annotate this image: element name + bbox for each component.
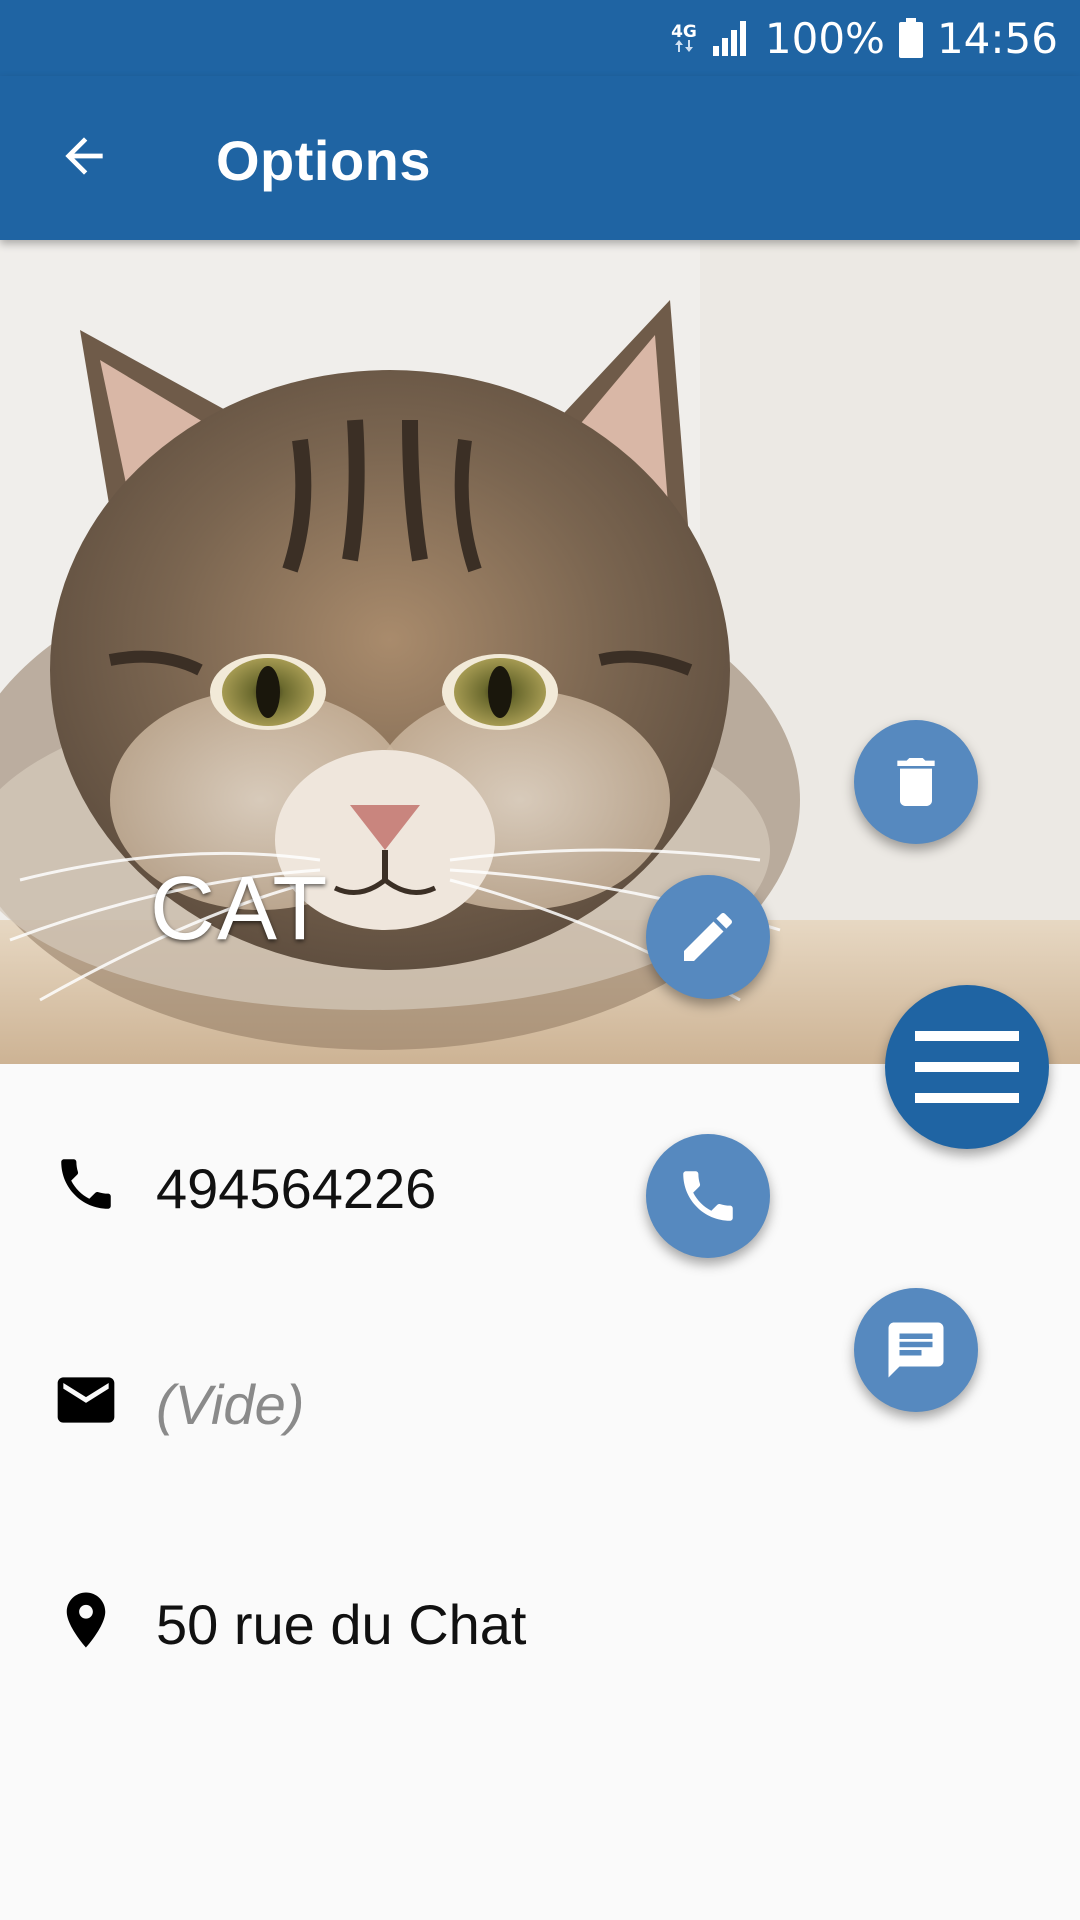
battery-percent: 100%	[764, 13, 885, 63]
clock: 14:56	[936, 13, 1058, 63]
signal-icon	[712, 21, 746, 56]
contact-options-screen: 4G 100% 14:56 Options CAT 494564226 (Vid…	[0, 0, 1080, 1920]
call-button[interactable]	[646, 1134, 770, 1258]
contact-name: CAT	[150, 859, 330, 959]
contact-photo: CAT	[0, 240, 1080, 1064]
menu-icon	[915, 1031, 1019, 1103]
network-indicator: 4G	[671, 24, 697, 52]
delete-button[interactable]	[854, 720, 978, 844]
phone-row[interactable]: 494564226	[0, 1134, 1080, 1234]
email-icon	[52, 1366, 120, 1434]
app-bar: Options	[0, 76, 1080, 240]
email-value: (Vide)	[156, 1373, 305, 1436]
status-bar: 4G 100% 14:56	[0, 0, 1080, 76]
menu-fab-button[interactable]	[885, 985, 1049, 1149]
address-row[interactable]: 50 rue du Chat	[0, 1570, 1080, 1670]
phone-number: 494564226	[156, 1157, 437, 1220]
page-title: Options	[216, 129, 432, 192]
edit-button[interactable]	[646, 875, 770, 999]
battery-icon	[898, 18, 923, 58]
delete-icon	[897, 758, 935, 806]
phone-icon	[52, 1150, 120, 1218]
edit-icon	[684, 912, 733, 961]
location-pin-icon	[52, 1586, 120, 1654]
message-button[interactable]	[854, 1288, 978, 1412]
data-arrows-icon	[674, 40, 693, 52]
message-icon	[888, 1322, 944, 1378]
call-icon	[683, 1171, 733, 1221]
network-type: 4G	[671, 22, 697, 42]
back-button[interactable]	[44, 116, 124, 196]
address-value: 50 rue du Chat	[156, 1593, 527, 1656]
arrow-back-icon	[65, 137, 103, 175]
